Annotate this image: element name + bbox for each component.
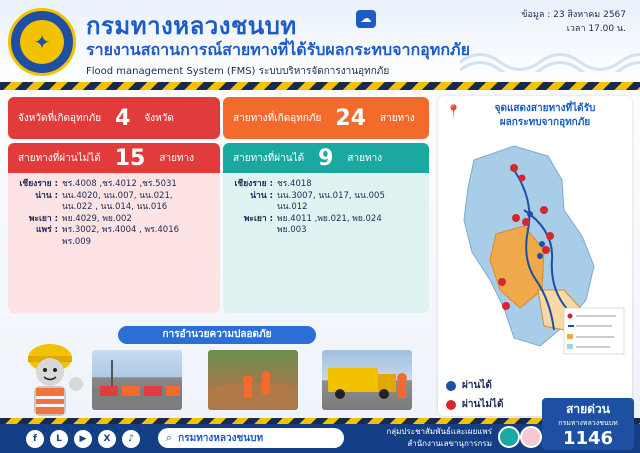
road-codes: นน.4020, นน.007, นน.021, <box>62 190 173 201</box>
road-codes: นน.022 , นน.014, นน.016 <box>62 202 168 212</box>
map-title-line1: จุดแสดงสายทางที่ได้รับ <box>494 103 596 114</box>
provinces-label: จังหวัดที่เกิดอุทกภัย <box>18 112 102 124</box>
legend-label: ผ่านไม่ได้ <box>462 399 504 410</box>
rain-cloud-icon: ☁ <box>356 10 376 28</box>
map-title: จุดแสดงสายทางที่ได้รับ ผลกระทบจากอุทกภัย <box>460 102 630 130</box>
roads-affected-unit: สายทาง <box>379 112 415 124</box>
road-list-item: พะเยา : พย.4011 ,พย.021, พย.024 <box>227 214 423 226</box>
road-codes: พร.3002, พร.4004 , พร.4016 <box>62 225 180 235</box>
impassable-label: สายทางที่ผ่านไม่ได้ <box>18 152 101 164</box>
search-bar[interactable]: ⌕ กรมทางหลวงชนบท <box>158 428 344 448</box>
provinces-unit: จังหวัด <box>144 112 174 124</box>
province-name: แพร่ : <box>35 225 58 235</box>
roads-affected-card: สายทางที่เกิดอุทกภัย 24 สายทาง <box>223 97 429 139</box>
province-name <box>227 202 277 214</box>
infographic-page: ✦ กรมทางหลวงชนบท ☁ รายงานสถานการณ์สายทาง… <box>0 0 640 453</box>
impassable-card: สายทางที่ผ่านไม่ได้ 15 สายทาง เชียงราย :… <box>8 143 220 313</box>
report-date: ข้อมูล : 23 สิงหาคม 2567 เวลา 17.00 น. <box>486 8 626 36</box>
safety-photo-truck <box>322 350 412 410</box>
province-name: เชียงราย : <box>234 179 273 189</box>
tiktok-icon[interactable]: ♪ <box>122 430 140 448</box>
province-name: เชียงราย : <box>19 179 58 189</box>
map-panel: 📍 จุดแสดงสายทางที่ได้รับ ผลกระทบจากอุทกภ… <box>438 96 632 416</box>
partner-seal <box>520 426 542 448</box>
safety-section-title: การอำนวยความปลอดภัย <box>118 326 316 344</box>
line-icon[interactable]: L <box>50 430 68 448</box>
footer-org: กลุ่มประชาสัมพันธ์และเผยแพร่ สำนักงานเลข… <box>380 426 492 450</box>
passable-label: สายทางที่ผ่านได้ <box>233 152 305 164</box>
road-codes: พย.4029, พย.002 <box>62 213 132 224</box>
impassable-road-list: เชียงราย : ชร.4008 ,ชร.4012 ,ชร.5031 น่าน … <box>8 173 220 248</box>
warning-stripe-top <box>0 82 640 90</box>
province-name: พะเยา : <box>28 213 58 224</box>
road-codes: นน.012 <box>277 202 308 212</box>
provinces-value: 4 <box>115 105 131 131</box>
road-list-item: พย.003 <box>227 225 423 237</box>
provinces-card: จังหวัดที่เกิดอุทกภัย 4 จังหวัด <box>8 97 220 139</box>
safety-photo-barrier <box>92 350 182 410</box>
mascot-illustration <box>28 344 83 416</box>
province-name: น่าน : <box>35 190 58 201</box>
facebook-icon[interactable]: f <box>26 430 44 448</box>
search-bar-text: กรมทางหลวงชนบท <box>178 432 264 444</box>
road-list-item: น่าน : นน.3007, นน.017, นน.005 <box>227 191 423 203</box>
road-list-item: เชียงราย : ชร.4018 <box>227 179 423 191</box>
impassable-value: 15 <box>114 145 146 171</box>
province-name <box>227 225 277 237</box>
road-list-item: พร.009 <box>12 237 214 249</box>
road-codes: พย.003 <box>277 225 307 235</box>
province-name <box>12 237 62 249</box>
map-legend: ผ่านได้ผ่านไม่ได้ <box>446 378 503 416</box>
hotline-sub: กรมทางหลวงชนบท <box>558 419 618 427</box>
road-codes: ชร.4008 ,ชร.4012 ,ชร.5031 <box>62 179 177 189</box>
road-list-item: พะเยา : พย.4029, พย.002 <box>12 214 214 226</box>
wave-decoration <box>460 53 640 72</box>
ministry-seal <box>498 426 520 448</box>
legend-label: ผ่านได้ <box>462 380 492 391</box>
roads-affected-label: สายทางที่เกิดอุทกภัย <box>233 112 322 124</box>
date-label: ข้อมูล : 23 สิงหาคม 2567 <box>521 10 626 20</box>
road-codes: พร.009 <box>62 236 92 247</box>
department-logo: ✦ <box>8 8 76 76</box>
road-list-item: น่าน : นน.4020, นน.007, นน.021, <box>12 191 214 203</box>
search-icon: ⌕ <box>166 431 173 444</box>
province-name <box>12 202 62 214</box>
province-name: พะเยา : <box>243 213 273 224</box>
province-map <box>463 145 625 355</box>
report-title: รายงานสถานการณ์สายทางที่ได้รับผลกระทบจาก… <box>86 40 470 59</box>
hotline-number: 1146 <box>562 428 614 449</box>
map-title-line2: ผลกระทบจากอุทกภัย <box>499 117 591 128</box>
road-codes: นน.3007, นน.017, นน.005 <box>277 190 385 201</box>
road-list-item: แพร่ : พร.3002, พร.4004 , พร.4016 <box>12 225 214 237</box>
report-subtitle: Flood management System (FMS) ระบบบริหาร… <box>86 66 390 77</box>
safety-photo-landslide <box>208 350 298 410</box>
passable-card: สายทางที่ผ่านได้ 9 สายทาง เชียงราย : ชร.4… <box>223 143 429 313</box>
map-pin-icon: 📍 <box>446 104 461 118</box>
road-codes: พย.4011 ,พย.021, พย.024 <box>277 213 382 224</box>
impassable-unit: สายทาง <box>159 152 195 164</box>
province-name: น่าน : <box>250 190 273 201</box>
passable-value: 9 <box>318 145 334 171</box>
footer-org-line2: สำนักงานเลขานุการกรม <box>407 439 492 448</box>
hotline-box: สายด่วน กรมทางหลวงชนบท 1146 <box>542 398 634 450</box>
roads-affected-value: 24 <box>335 105 366 131</box>
passable-road-list: เชียงราย : ชร.4018 น่าน : นน.3007, นน.017, … <box>223 173 429 237</box>
road-list-item: นน.012 <box>227 202 423 214</box>
legend-dot-icon <box>446 399 456 410</box>
hotline-label: สายด่วน <box>566 402 610 416</box>
youtube-icon[interactable]: ▶ <box>74 430 92 448</box>
footer-org-line1: กลุ่มประชาสัมพันธ์และเผยแพร่ <box>386 427 492 436</box>
legend-item: ผ่านได้ <box>446 378 503 393</box>
road-codes: ชร.4018 <box>277 179 312 189</box>
legend-dot-icon <box>446 380 456 391</box>
time-label: เวลา 17.00 น. <box>566 24 626 34</box>
road-list-item: นน.022 , นน.014, นน.016 <box>12 202 214 214</box>
legend-item: ผ่านไม่ได้ <box>446 397 503 412</box>
passable-unit: สายทาง <box>347 152 383 164</box>
twitter-x-icon[interactable]: X <box>98 430 116 448</box>
road-list-item: เชียงราย : ชร.4008 ,ชร.4012 ,ชร.5031 <box>12 179 214 191</box>
